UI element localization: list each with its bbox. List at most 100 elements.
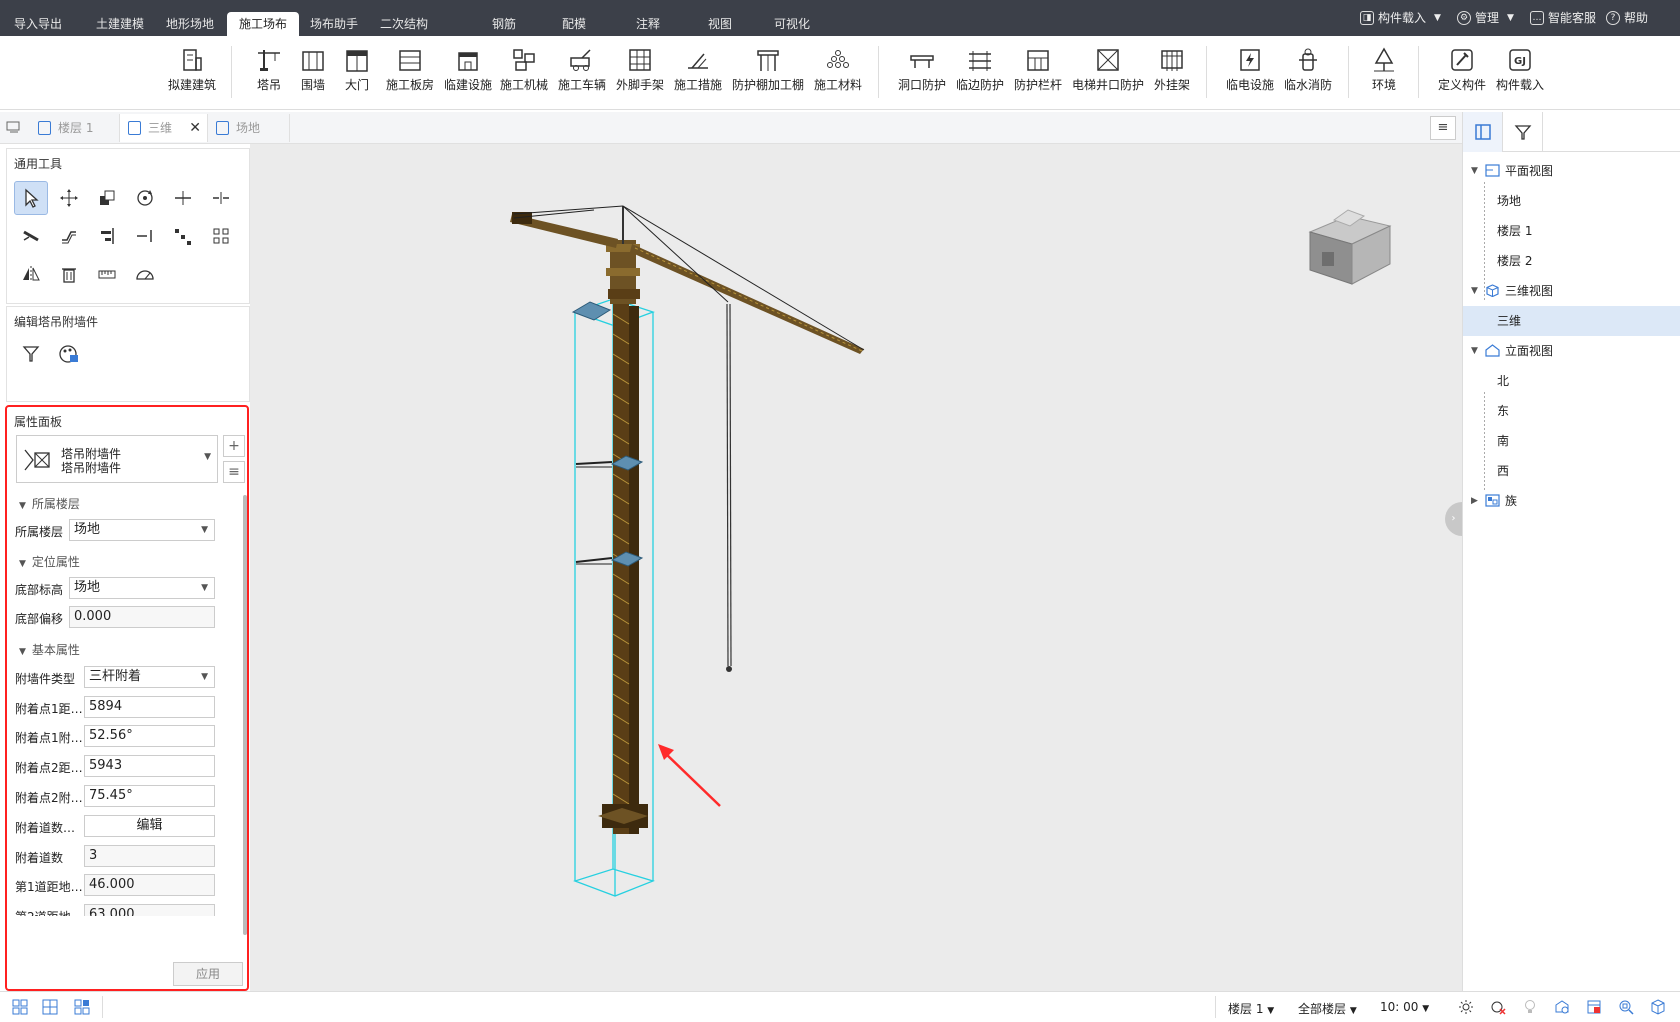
tab-views[interactable] bbox=[1463, 112, 1503, 152]
first-distance-input[interactable]: 46.000 bbox=[84, 874, 215, 896]
point2-angle-input[interactable]: 75.45° bbox=[84, 785, 215, 807]
tool-temp-facilities[interactable]: 临建设施 bbox=[442, 42, 494, 104]
tool-elevator-shaft-protection[interactable]: 电梯井口防护 bbox=[1070, 42, 1146, 104]
section-position[interactable]: ▼ 定位属性 bbox=[19, 553, 80, 570]
appearance-tool[interactable] bbox=[52, 337, 86, 371]
offset-tool[interactable] bbox=[52, 219, 86, 253]
menu-tab-layout-assistant[interactable]: 场布助手 bbox=[298, 12, 370, 36]
restore-view-icon[interactable] bbox=[6, 120, 22, 134]
tree-node-family[interactable]: ▶ 族 bbox=[1463, 486, 1680, 516]
tab-menu-button[interactable]: ≡ bbox=[1430, 116, 1456, 140]
floor-select[interactable]: 场地 ▼ bbox=[69, 519, 215, 541]
point1-angle-input[interactable]: 52.56° bbox=[84, 725, 215, 747]
second-distance-input[interactable]: 63.000 bbox=[84, 904, 215, 916]
tree-node-north[interactable]: 北 bbox=[1463, 366, 1680, 396]
doc-tab-site[interactable]: 场地 bbox=[208, 114, 290, 142]
lightbulb-icon[interactable] bbox=[1522, 999, 1538, 1015]
apply-button[interactable]: 应用 bbox=[173, 962, 243, 986]
3d-scene[interactable] bbox=[250, 144, 1462, 991]
menu-tab-terrain[interactable]: 地形场地 bbox=[154, 12, 226, 36]
split-tool[interactable] bbox=[204, 181, 238, 215]
move-tool[interactable] bbox=[52, 181, 86, 215]
array-tool[interactable] bbox=[166, 219, 200, 253]
properties-scrollbar[interactable] bbox=[243, 495, 247, 935]
measure-tool[interactable] bbox=[90, 257, 124, 291]
trim-tool[interactable] bbox=[14, 219, 48, 253]
tool-outer-hanging-frame[interactable]: 外挂架 bbox=[1152, 42, 1192, 104]
break-tool[interactable] bbox=[128, 219, 162, 253]
add-type-button[interactable]: + bbox=[223, 435, 245, 457]
manage-menu[interactable]: ⚙ 管理 ▼ bbox=[1457, 8, 1514, 28]
tree-node-elevation-views[interactable]: ▼ 立面视图 bbox=[1463, 336, 1680, 366]
tool-temp-electric[interactable]: 临电设施 bbox=[1224, 42, 1276, 104]
copy-tool[interactable] bbox=[90, 181, 124, 215]
zoom-extents-icon[interactable] bbox=[1618, 999, 1634, 1015]
extend-tool[interactable] bbox=[166, 181, 200, 215]
tool-machinery[interactable]: 施工机械 bbox=[498, 42, 550, 104]
tree-node-west[interactable]: 西 bbox=[1463, 456, 1680, 486]
menu-tab-annotation[interactable]: 注释 bbox=[624, 12, 672, 36]
tool-edge-protection[interactable]: 临边防护 bbox=[954, 42, 1006, 104]
tree-node-floor2[interactable]: 楼层 2 bbox=[1463, 246, 1680, 276]
view-cube-icon[interactable] bbox=[1308, 209, 1392, 285]
rotate-tool[interactable] bbox=[128, 181, 162, 215]
section-basic[interactable]: ▼ 基本属性 bbox=[19, 641, 80, 658]
tool-environment[interactable]: 环境 bbox=[1366, 42, 1402, 104]
tree-node-east[interactable]: 东 bbox=[1463, 396, 1680, 426]
tree-node-floor1[interactable]: 楼层 1 bbox=[1463, 216, 1680, 246]
menu-tab-site-layout[interactable]: 施工场布 bbox=[227, 12, 300, 36]
menu-tab-formwork[interactable]: 配模 bbox=[550, 12, 598, 36]
close-icon[interactable]: ✕ bbox=[189, 114, 201, 142]
menu-tab-import-export[interactable]: 导入导出 bbox=[2, 12, 74, 36]
all-floors-selector[interactable]: 全部楼层 ▼ bbox=[1298, 1000, 1357, 1017]
menu-tab-secondary-structure[interactable]: 二次结构 bbox=[368, 12, 440, 36]
component-type-selector[interactable]: 塔吊附墙件 塔吊附墙件 ▼ bbox=[16, 435, 218, 483]
tree-node-site[interactable]: 场地 bbox=[1463, 186, 1680, 216]
menu-tab-civil-modeling[interactable]: 土建建模 bbox=[84, 12, 156, 36]
tree-node-south[interactable]: 南 bbox=[1463, 426, 1680, 456]
tool-opening-protection[interactable]: 洞口防护 bbox=[896, 42, 948, 104]
attach-count-input[interactable]: 3 bbox=[84, 845, 215, 867]
mirror-tool[interactable] bbox=[14, 257, 48, 291]
time-selector[interactable]: 10: 00 ▼ bbox=[1380, 1000, 1429, 1014]
layout-quad-icon[interactable] bbox=[74, 999, 90, 1015]
tool-define-component[interactable]: 定义构件 bbox=[1434, 42, 1490, 104]
tool-gate[interactable]: 大门 bbox=[340, 42, 374, 104]
doc-tab-3d[interactable]: 三维 ✕ bbox=[120, 114, 208, 142]
doc-tab-floor1[interactable]: 楼层 1 bbox=[30, 114, 120, 142]
align-tool[interactable] bbox=[90, 219, 124, 253]
bottom-offset-input[interactable]: 0.000 bbox=[69, 606, 215, 628]
tool-site-board-house[interactable]: 施工板房 bbox=[384, 42, 436, 104]
tool-tower-crane[interactable]: 塔吊 bbox=[252, 42, 286, 104]
layout-split-icon[interactable] bbox=[42, 999, 58, 1015]
bottom-elevation-select[interactable]: 场地 ▼ bbox=[69, 577, 215, 599]
tool-scaffold[interactable]: 外脚手架 bbox=[614, 42, 666, 104]
grid-array-tool[interactable] bbox=[204, 219, 238, 253]
floor-selector[interactable]: 楼层 1 ▼ bbox=[1228, 1000, 1274, 1017]
point2-distance-input[interactable]: 5943 bbox=[84, 755, 215, 777]
tool-construction-measures[interactable]: 施工措施 bbox=[672, 42, 724, 104]
attach-type-select[interactable]: 三杆附着 ▼ bbox=[84, 666, 215, 688]
menu-tab-view[interactable]: 视图 bbox=[696, 12, 744, 36]
render-mode-icon[interactable] bbox=[1554, 999, 1570, 1015]
tab-filter[interactable] bbox=[1503, 112, 1543, 152]
tool-materials[interactable]: 施工材料 bbox=[810, 42, 866, 104]
tool-proposed-building[interactable]: 拟建建筑 bbox=[166, 42, 218, 104]
section-box-icon[interactable] bbox=[1586, 999, 1602, 1015]
tool-protective-shed[interactable]: 防护棚加工棚 bbox=[730, 42, 806, 104]
sun-icon[interactable] bbox=[1458, 999, 1474, 1015]
tree-node-3d[interactable]: 三维 bbox=[1463, 306, 1680, 336]
3d-cube-icon[interactable] bbox=[1650, 999, 1666, 1015]
menu-tab-visualization[interactable]: 可视化 bbox=[762, 12, 822, 36]
point1-distance-input[interactable]: 5894 bbox=[84, 696, 215, 718]
tool-water-fire[interactable]: 临水消防 bbox=[1282, 42, 1334, 104]
tree-node-3d-views[interactable]: ▼ 三维视图 bbox=[1463, 276, 1680, 306]
shadow-off-icon[interactable] bbox=[1490, 999, 1506, 1015]
3d-viewport[interactable]: › bbox=[250, 144, 1462, 991]
menu-tab-rebar[interactable]: 钢筋 bbox=[480, 12, 528, 36]
smart-service-button[interactable]: … 智能客服 bbox=[1530, 8, 1596, 28]
attach-count-edit-button[interactable]: 编辑 bbox=[84, 815, 215, 837]
tool-load-component[interactable]: GJ 构件载入 bbox=[1494, 42, 1546, 104]
load-component-menu[interactable]: ◨ 构件载入 ▼ bbox=[1360, 8, 1441, 28]
type-settings-button[interactable]: ≡ bbox=[223, 461, 245, 483]
